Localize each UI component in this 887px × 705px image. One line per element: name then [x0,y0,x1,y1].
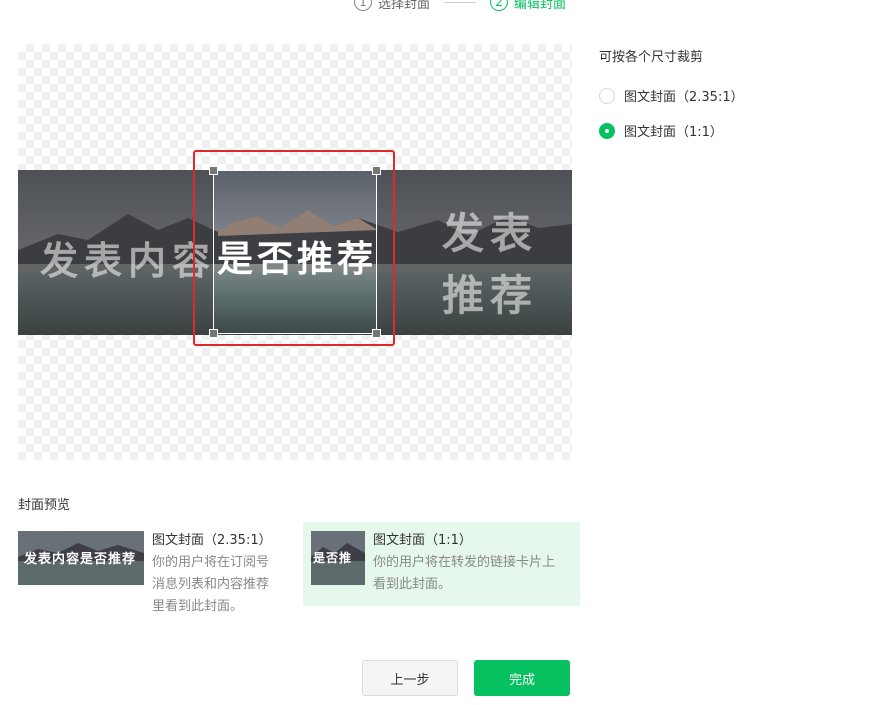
step-label: 选择封面 [378,0,431,12]
done-button[interactable]: 完成 [474,660,570,696]
preview-desc-line: 你的用户将在转发的链接卡片上 [373,555,556,570]
cover-editor[interactable]: 发表内容 是否推荐 发表 推荐 [18,44,572,460]
preview-title: 封面预览 [18,498,71,513]
preview-thumbnail: 是否推 [311,531,365,585]
preview-name: 图文封面（1:1） [373,533,472,548]
option-label: 图文封面（2.35:1） [624,90,744,105]
overlay-text-right-2: 推荐 [442,271,539,320]
option-cover-235[interactable]: 图文封面（2.35:1） [599,86,744,105]
previous-step-button[interactable]: 上一步 [362,660,458,696]
preview-desc-line: 看到此封面。 [373,577,452,592]
overlay-text-right-1: 发表 [442,209,539,258]
preview-thumbnail: 发表内容是否推荐 [18,531,144,585]
step-1: 1 选择封面 [354,0,430,12]
preview-text: 图文封面（2.35:1） 你的用户将在订阅号 消息列表和内容推荐 里看到此封面。 [152,530,292,618]
preview-desc-line: 你的用户将在订阅号 [152,555,270,570]
preview-thumb-text: 是否推 [313,551,353,565]
overlay-text-left: 发表内容 [40,238,217,283]
step-2: 2 编辑封面 [490,0,566,12]
step-indicator: 1 选择封面 2 编辑封面 [354,0,566,12]
preview-name: 图文封面（2.35:1） [152,533,272,548]
preview-card-235: 发表内容是否推荐 图文封面（2.35:1） 你的用户将在订阅号 消息列表和内容推… [18,522,288,614]
highlight-annotation [193,150,395,346]
radio-button-checked[interactable] [599,122,615,139]
option-cover-1-1[interactable]: 图文封面（1:1） [599,121,723,140]
step-number: 2 [490,0,509,11]
preview-desc-line: 里看到此封面。 [152,599,244,614]
step-divider [444,1,477,3]
step-label: 编辑封面 [514,0,567,12]
option-label: 图文封面（1:1） [624,125,723,140]
crop-options-title: 可按各个尺寸裁剪 [599,50,704,65]
preview-text: 图文封面（1:1） 你的用户将在转发的链接卡片上 看到此封面。 [373,530,578,596]
step-number: 1 [354,0,372,11]
preview-card-1-1: 是否推 图文封面（1:1） 你的用户将在转发的链接卡片上 看到此封面。 [303,522,580,606]
preview-thumb-text: 发表内容是否推荐 [24,552,137,567]
radio-button[interactable] [599,87,615,104]
preview-desc-line: 消息列表和内容推荐 [152,577,270,592]
